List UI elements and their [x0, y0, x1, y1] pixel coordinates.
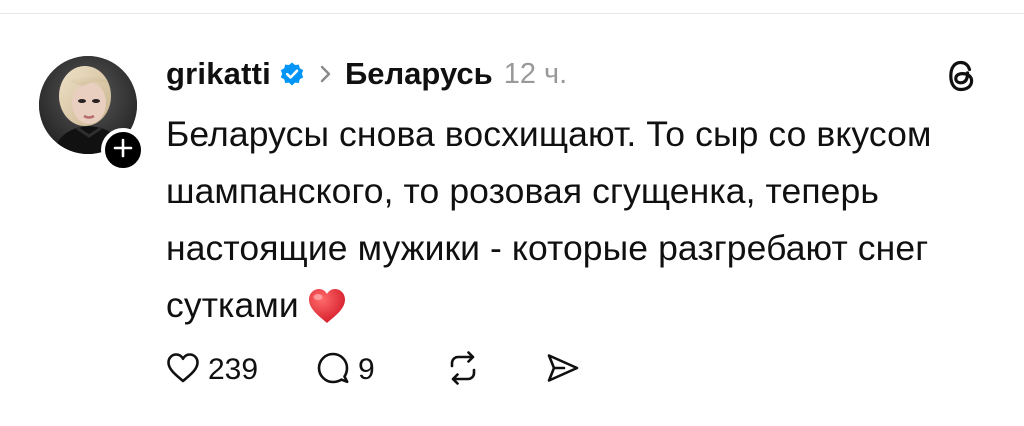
- plus-icon: [113, 138, 133, 163]
- repost-icon: [446, 350, 480, 390]
- red-heart-emoji-icon: [307, 285, 347, 323]
- post-timestamp: 12 ч.: [503, 57, 568, 90]
- heart-outline-icon: [166, 352, 200, 389]
- topic-link[interactable]: Беларусь: [345, 56, 493, 92]
- reply-count: 9: [358, 353, 375, 386]
- post-body: Беларусы снова восхищают. То сыр со вкус…: [166, 106, 986, 334]
- post-text: Беларусы снова восхищают. То сыр со вкус…: [166, 114, 932, 325]
- verified-badge-icon: [279, 61, 305, 87]
- chevron-right-icon: [319, 63, 333, 85]
- reply-button[interactable]: 9: [316, 351, 446, 390]
- like-count: 239: [208, 353, 259, 386]
- threads-post-card: grikatti Беларусь 12 ч. Беларусы снова в…: [0, 0, 1024, 426]
- avatar-container: [39, 56, 145, 172]
- send-icon: [546, 352, 580, 389]
- post-header: grikatti Беларусь 12 ч.: [166, 56, 567, 92]
- follow-button[interactable]: [101, 128, 145, 172]
- like-button[interactable]: 239: [166, 352, 316, 389]
- comment-icon: [316, 351, 350, 390]
- threads-logo-icon[interactable]: [945, 57, 979, 95]
- share-button[interactable]: [546, 352, 580, 389]
- username-link[interactable]: grikatti: [166, 56, 271, 92]
- repost-button[interactable]: [446, 350, 546, 390]
- post-actions-bar: 239 9: [166, 350, 580, 390]
- top-divider: [0, 13, 1024, 14]
